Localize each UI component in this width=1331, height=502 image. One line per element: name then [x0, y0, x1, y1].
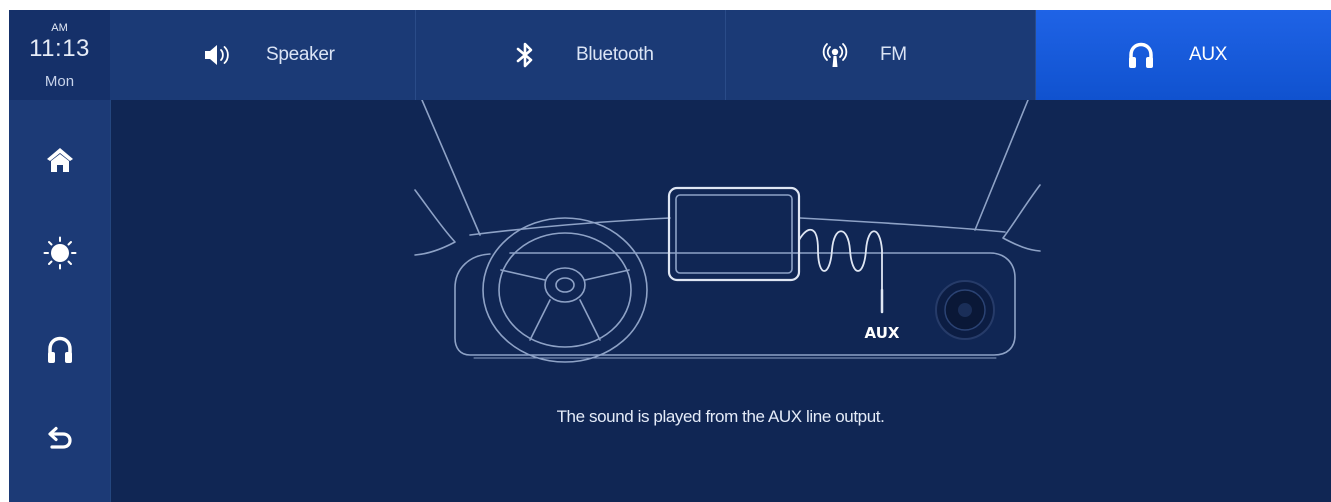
tab-speaker[interactable]: Speaker — [110, 10, 416, 100]
aux-status-message: The sound is played from the AUX line ou… — [556, 407, 885, 426]
tab-bluetooth-label: Bluetooth — [576, 44, 654, 65]
back-icon — [47, 426, 72, 449]
headphones-icon — [1129, 42, 1153, 68]
tab-bluetooth[interactable]: Bluetooth — [416, 10, 726, 100]
back-button[interactable] — [9, 408, 110, 468]
clock-time: 11:13 — [29, 35, 90, 62]
tab-fm[interactable]: FM — [726, 10, 1036, 100]
clock-ampm: AM — [51, 22, 68, 34]
clock-day: Mon — [44, 73, 75, 90]
brightness-button[interactable] — [9, 223, 110, 283]
sidebar: AM 11:13 Mon — [9, 10, 111, 502]
infotainment-screen: AM 11:13 Mon Speaker Bluetooth FM AUX AU… — [9, 10, 1331, 502]
tab-aux[interactable]: AUX — [1036, 10, 1331, 100]
home-icon — [46, 148, 73, 172]
clock: AM 11:13 Mon — [9, 10, 110, 100]
tab-fm-label: FM — [880, 44, 907, 65]
brightness-icon — [43, 236, 76, 270]
speaker-icon — [205, 45, 229, 65]
aux-connector-label: AUX — [865, 324, 900, 342]
audio-button[interactable] — [9, 320, 110, 380]
aux-content: AUX The sound is played from the AUX lin… — [110, 100, 1331, 502]
bluetooth-icon — [516, 42, 533, 68]
tab-aux-label: AUX — [1189, 44, 1228, 65]
headphones-icon — [47, 336, 72, 363]
radio-icon — [822, 43, 848, 67]
audio-source-tabs: Speaker Bluetooth FM AUX — [110, 10, 1331, 100]
home-button[interactable] — [9, 130, 110, 190]
tab-speaker-label: Speaker — [266, 44, 335, 65]
car-dashboard-illustration: AUX — [414, 100, 1041, 363]
